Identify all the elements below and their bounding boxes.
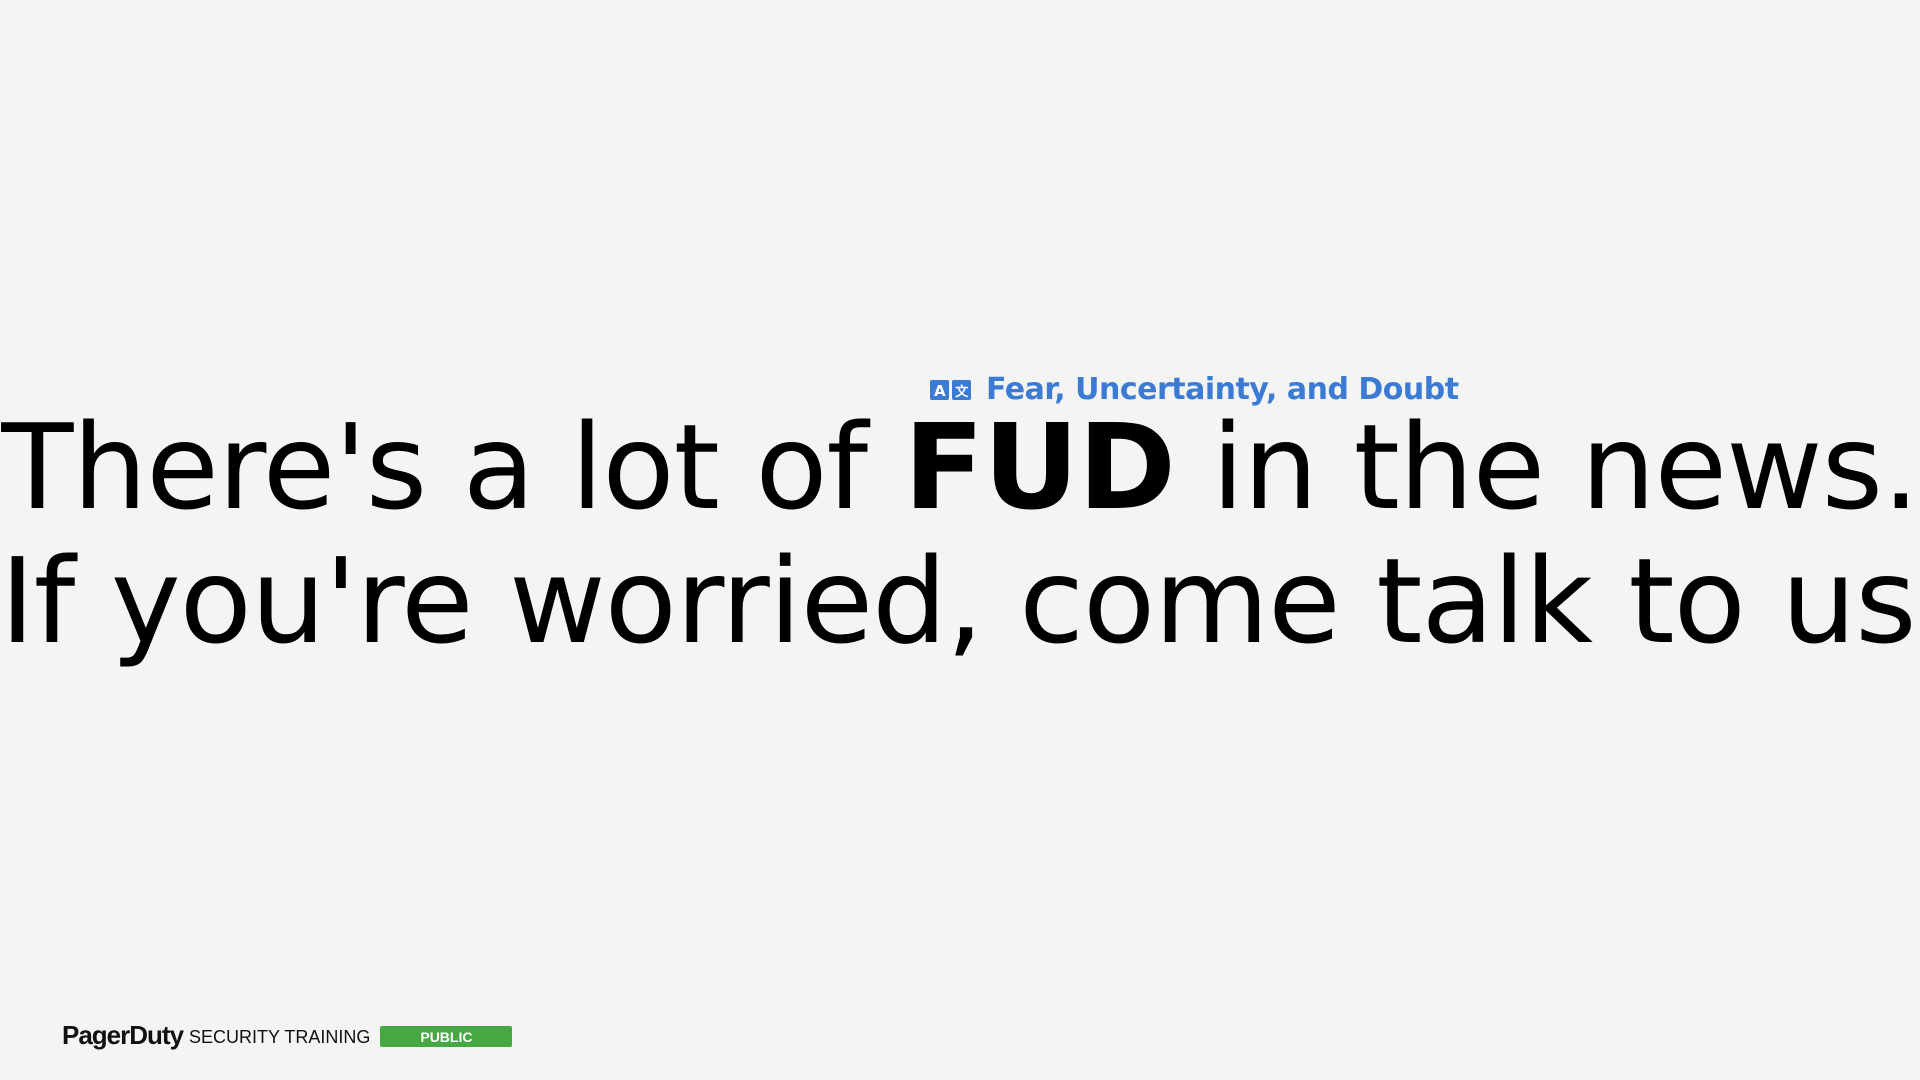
slide-headline: There's a lot of FUD in the news. If you…: [0, 400, 1920, 668]
slide: A 文 Fear, Uncertainty, and Doubt There's…: [0, 0, 1920, 1080]
headline-line-1-start: There's a lot of: [1, 398, 904, 536]
headline-line-1-end: in the news.: [1174, 398, 1919, 536]
slide-footer: PagerDuty SECURITY TRAINING PUBLIC: [62, 1018, 513, 1052]
fud-term[interactable]: FUD: [904, 398, 1176, 536]
pagerduty-logo: PagerDuty: [62, 1019, 184, 1050]
footer-subtitle: SECURITY TRAINING: [189, 1026, 371, 1047]
classification-badge: PUBLIC: [380, 1026, 513, 1047]
headline-line-2: If you're worried, come talk to us!: [0, 532, 1920, 670]
headline-line-1: There's a lot of FUD in the news.: [0, 400, 1920, 534]
svg-text:A: A: [934, 382, 946, 400]
